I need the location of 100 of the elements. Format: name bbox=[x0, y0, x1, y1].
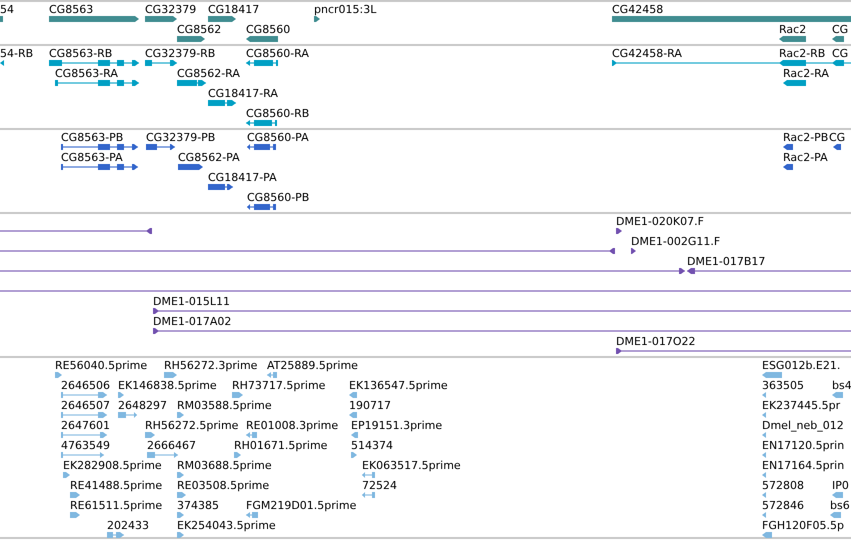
feature-label: AT25889.5prime bbox=[267, 359, 358, 372]
feature-label: CG bbox=[829, 131, 846, 144]
feature-label: CG8560-RB bbox=[246, 107, 310, 120]
feature-label: Rac2 bbox=[779, 23, 806, 36]
feature-glyph[interactable] bbox=[687, 267, 851, 275]
feature-glyph[interactable] bbox=[208, 15, 236, 23]
feature-label: RH73717.5prime bbox=[232, 379, 326, 392]
feature-glyph[interactable] bbox=[779, 35, 806, 43]
feature-label: CG42458 bbox=[612, 3, 664, 16]
feature-label: RE61511.5prime bbox=[70, 499, 162, 512]
feature-label: CG8563 bbox=[49, 3, 94, 16]
feature-glyph[interactable] bbox=[49, 59, 139, 67]
feature-glyph[interactable] bbox=[177, 35, 205, 43]
feature-label: CG8563-RA bbox=[55, 67, 118, 80]
feature-label: RE01008.3prime bbox=[246, 419, 338, 432]
feature-glyph[interactable] bbox=[61, 163, 138, 171]
feature-label: CG42458-RA bbox=[612, 47, 682, 60]
feature-label: CG8560-PB bbox=[247, 191, 310, 204]
feature-glyph[interactable] bbox=[631, 247, 636, 255]
feature-label: RH56272.5prime bbox=[145, 419, 238, 432]
feature-glyph[interactable] bbox=[616, 227, 622, 235]
feature-glyph[interactable] bbox=[783, 143, 793, 151]
feature-label: CG18417-RA bbox=[208, 87, 278, 100]
feature-glyph[interactable] bbox=[55, 79, 139, 87]
feature-glyph[interactable] bbox=[145, 59, 177, 67]
feature-label: CG8560 bbox=[246, 23, 290, 36]
feature-glyph[interactable] bbox=[146, 143, 175, 151]
feature-glyph[interactable] bbox=[177, 79, 206, 87]
feature-label: bs4 bbox=[832, 379, 851, 392]
feature-label: 2646507 bbox=[61, 399, 110, 412]
feature-label: DME1-020K07.F bbox=[616, 215, 704, 228]
feature-glyph[interactable] bbox=[153, 327, 851, 335]
feature-label: 4763549 bbox=[61, 439, 110, 452]
feature-label: EK254043.5prime bbox=[177, 519, 276, 532]
feature-glyph[interactable] bbox=[246, 119, 277, 127]
feature-label: 363505 bbox=[762, 379, 804, 392]
feature-glyph[interactable] bbox=[178, 163, 203, 171]
feature-label: CG8562-RA bbox=[177, 67, 240, 80]
feature-glyph[interactable] bbox=[49, 15, 139, 23]
feature-label: Rac2-RA bbox=[783, 67, 829, 80]
feature-label: pncr015:3L bbox=[314, 3, 376, 16]
feature-glyph[interactable] bbox=[612, 15, 851, 23]
feature-label: 572846 bbox=[762, 499, 804, 512]
feature-glyph[interactable] bbox=[0, 267, 685, 275]
feature-label: 190717 bbox=[349, 399, 391, 412]
feature-glyph[interactable] bbox=[783, 79, 806, 87]
feature-label: EK282908.5prime bbox=[63, 459, 162, 472]
feature-glyph[interactable] bbox=[246, 35, 278, 43]
feature-label: CG8562-PA bbox=[178, 151, 240, 164]
feature-label: 572808 bbox=[762, 479, 804, 492]
feature-label: DME1-017O22 bbox=[616, 335, 696, 348]
feature-glyph[interactable] bbox=[208, 183, 233, 191]
feature-label: 54 bbox=[0, 3, 14, 16]
feature-label: EK146838.5prime bbox=[118, 379, 217, 392]
feature-glyph[interactable] bbox=[616, 347, 851, 355]
feature-label: RM03588.5prime bbox=[177, 399, 272, 412]
feature-glyph[interactable] bbox=[833, 143, 841, 151]
feature-glyph[interactable] bbox=[0, 227, 152, 235]
feature-glyph[interactable] bbox=[247, 143, 276, 151]
feature-glyph[interactable] bbox=[0, 247, 615, 255]
feature-label: CG bbox=[832, 47, 848, 60]
feature-label: RM03688.5prime bbox=[177, 459, 272, 472]
feature-label: CG8560-RA bbox=[246, 47, 309, 60]
feature-label: 54-RB bbox=[0, 47, 34, 60]
feature-glyph[interactable] bbox=[246, 59, 278, 67]
feature-label: EN17164.5prin bbox=[762, 459, 844, 472]
feature-glyph[interactable] bbox=[779, 59, 806, 67]
feature-label: CG18417 bbox=[208, 3, 260, 16]
feature-label: 2648297 bbox=[118, 399, 167, 412]
feature-label: RE41488.5prime bbox=[70, 479, 162, 492]
feature-glyph[interactable] bbox=[0, 15, 3, 23]
feature-label: CG8562 bbox=[177, 23, 222, 36]
feature-label: EN17120.5prin bbox=[762, 439, 844, 452]
feature-label: Dmel_neb_012 bbox=[762, 419, 844, 432]
feature-label: CG32379-PB bbox=[146, 131, 216, 144]
feature-label: 2666467 bbox=[147, 439, 196, 452]
feature-label: CG8563-PA bbox=[61, 151, 123, 164]
feature-label: IP0 bbox=[832, 479, 849, 492]
feature-glyph[interactable] bbox=[145, 15, 177, 23]
feature-label: Rac2-PB bbox=[783, 131, 828, 144]
feature-label: 202433 bbox=[107, 519, 149, 532]
feature-label: EK237445.5pr bbox=[762, 399, 840, 412]
feature-glyph[interactable] bbox=[832, 35, 844, 43]
feature-label: 72524 bbox=[362, 479, 397, 492]
feature-label: DME1-002G11.F bbox=[631, 235, 720, 248]
feature-label: EK063517.5prime bbox=[362, 459, 461, 472]
feature-glyph[interactable] bbox=[153, 307, 851, 315]
feature-glyph[interactable] bbox=[208, 99, 236, 107]
feature-glyph[interactable] bbox=[247, 203, 276, 211]
feature-glyph[interactable] bbox=[61, 143, 138, 151]
feature-glyph[interactable] bbox=[0, 59, 4, 67]
feature-label: 2646506 bbox=[61, 379, 110, 392]
feature-glyph[interactable] bbox=[832, 59, 844, 67]
feature-label: Rac2-RB bbox=[779, 47, 826, 60]
feature-label: CG8560-PA bbox=[247, 131, 309, 144]
feature-label: CG32379-RB bbox=[145, 47, 216, 60]
feature-label: FGM219D01.5prime bbox=[246, 499, 356, 512]
feature-glyph[interactable] bbox=[783, 163, 793, 171]
feature-label: bs6 bbox=[830, 499, 850, 512]
feature-glyph[interactable] bbox=[314, 15, 320, 23]
